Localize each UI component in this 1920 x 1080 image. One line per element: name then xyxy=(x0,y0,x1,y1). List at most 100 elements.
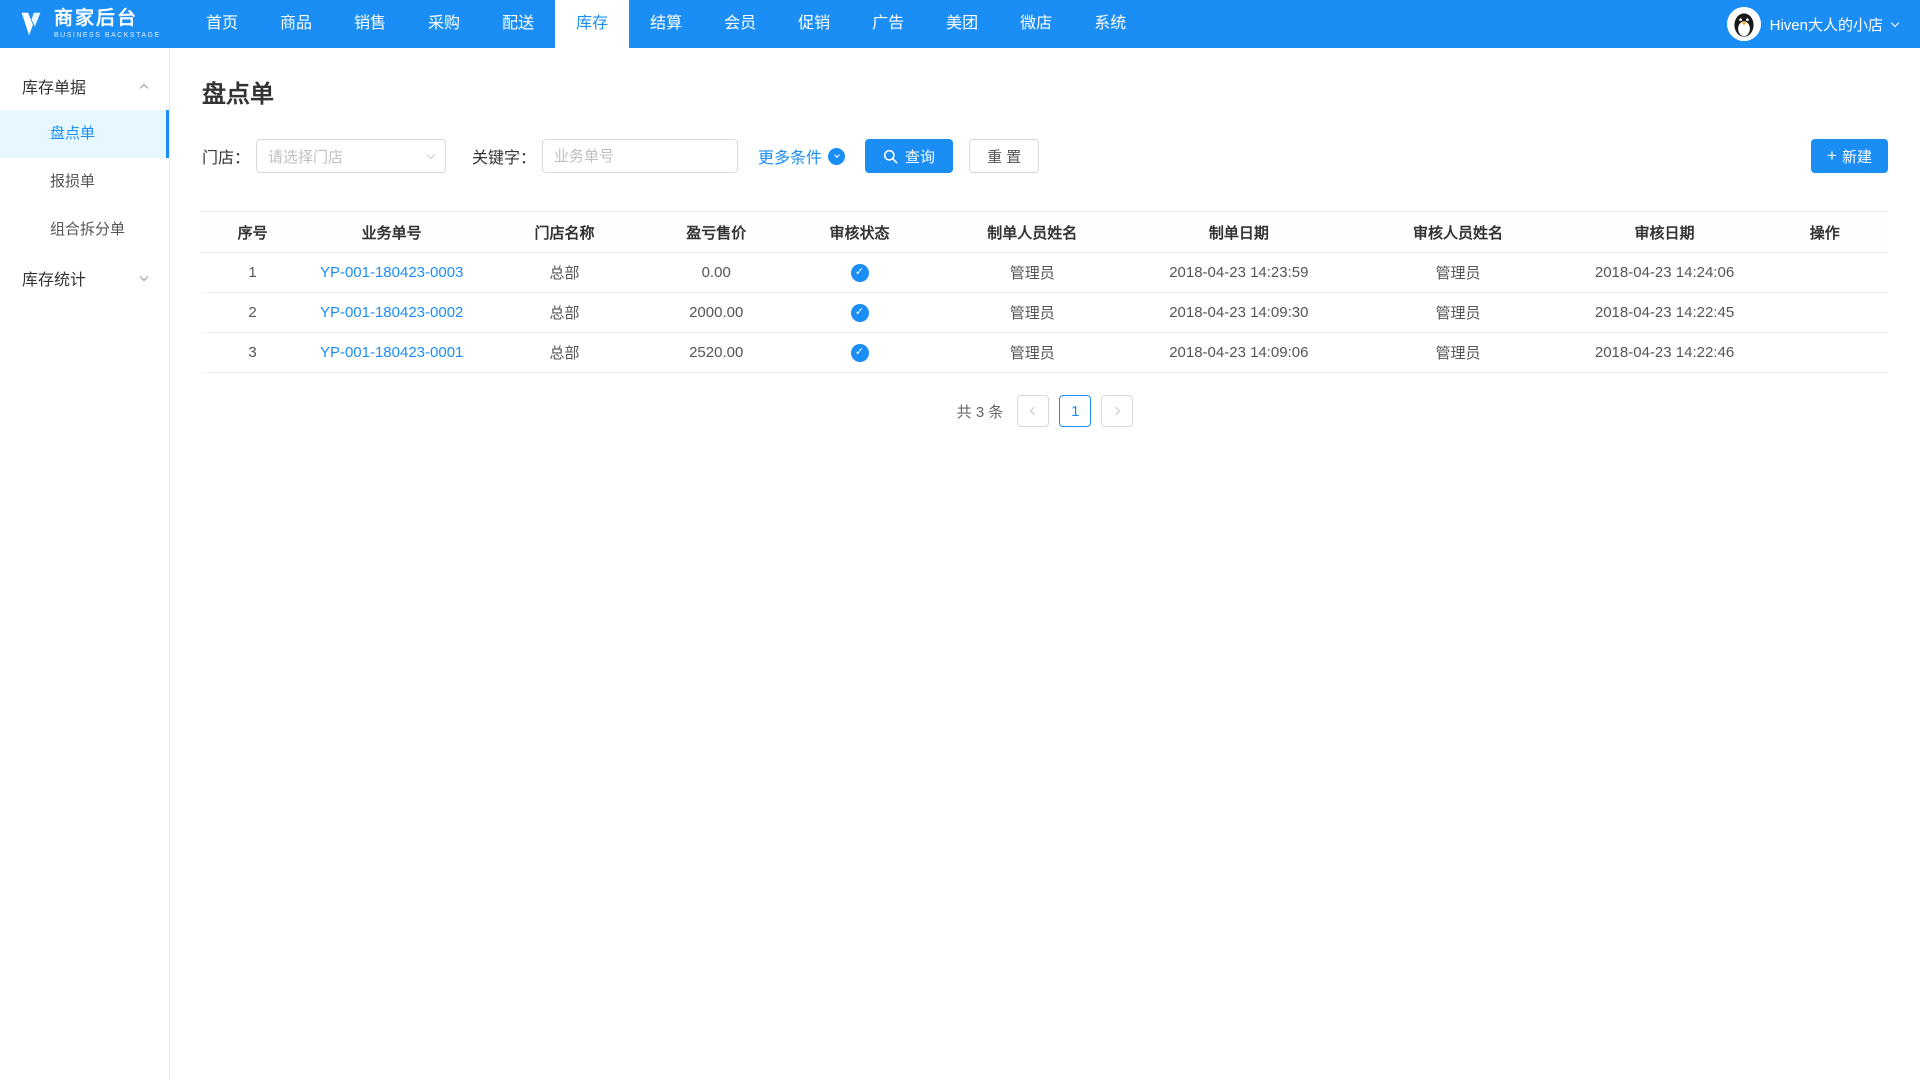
nav-item-sales[interactable]: 销售 xyxy=(333,0,407,48)
store-select[interactable]: 请选择门店 xyxy=(256,139,446,173)
search-button[interactable]: 查询 xyxy=(865,139,953,173)
sidebar-section-inventory-docs[interactable]: 库存单据 xyxy=(0,62,169,110)
plus-icon: + xyxy=(1827,147,1837,164)
nav-item-weidian[interactable]: 微店 xyxy=(999,0,1073,48)
cell-auditor: 管理员 xyxy=(1348,333,1567,373)
nav-item-members[interactable]: 会员 xyxy=(703,0,777,48)
sidebar-item-combo-split[interactable]: 组合拆分单 xyxy=(0,206,169,254)
logo-icon xyxy=(16,9,46,39)
chevron-down-icon xyxy=(1891,18,1899,26)
avatar xyxy=(1727,7,1761,41)
cell-store: 总部 xyxy=(480,293,649,333)
table-header-row: 序号 业务单号 门店名称 盈亏售价 审核状态 制单人员姓名 制单日期 审核人员姓… xyxy=(202,212,1888,253)
col-header-order-no: 业务单号 xyxy=(303,212,480,253)
approved-check-icon: ✓ xyxy=(851,264,869,282)
cell-audit-date: 2018-04-23 14:22:45 xyxy=(1568,293,1762,333)
main-content: 盘点单 门店： 请选择门店 关键字： 更多条件 xyxy=(170,48,1920,1080)
table-row: 3 YP-001-180423-0001 总部 2520.00 ✓ 管理员 20… xyxy=(202,333,1888,373)
nav-item-home[interactable]: 首页 xyxy=(185,0,259,48)
chevron-up-icon xyxy=(140,83,148,91)
stocktake-table: 序号 业务单号 门店名称 盈亏售价 审核状态 制单人员姓名 制单日期 审核人员姓… xyxy=(202,211,1888,373)
search-button-label: 查询 xyxy=(905,146,935,167)
chevron-down-icon xyxy=(140,272,148,280)
order-no-link[interactable]: YP-001-180423-0001 xyxy=(320,344,463,361)
table-row: 1 YP-001-180423-0003 总部 0.00 ✓ 管理员 2018-… xyxy=(202,253,1888,293)
nav-item-settlement[interactable]: 结算 xyxy=(629,0,703,48)
cell-actions xyxy=(1761,253,1888,293)
app-subtitle: BUSINESS BACKSTAGE xyxy=(54,32,161,40)
create-button[interactable]: + 新建 xyxy=(1811,139,1888,173)
col-header-seq: 序号 xyxy=(202,212,303,253)
cell-seq: 2 xyxy=(202,293,303,333)
nav-item-system[interactable]: 系统 xyxy=(1073,0,1147,48)
nav-item-purchase[interactable]: 采购 xyxy=(407,0,481,48)
keyword-label: 关键字： xyxy=(472,144,536,168)
chevron-left-icon xyxy=(1030,407,1038,415)
nav-item-goods[interactable]: 商品 xyxy=(259,0,333,48)
col-header-price: 盈亏售价 xyxy=(649,212,784,253)
more-conditions-label: 更多条件 xyxy=(758,144,822,168)
app-title: 商家后台 xyxy=(54,9,161,30)
sidebar-item-damage-report[interactable]: 报损单 xyxy=(0,158,169,206)
col-header-audit-date: 审核日期 xyxy=(1568,212,1762,253)
cell-seq: 1 xyxy=(202,253,303,293)
approved-check-icon: ✓ xyxy=(851,344,869,362)
table-row: 2 YP-001-180423-0002 总部 2000.00 ✓ 管理员 20… xyxy=(202,293,1888,333)
cell-price: 0.00 xyxy=(649,253,784,293)
cell-audit-date: 2018-04-23 14:24:06 xyxy=(1568,253,1762,293)
prev-page-button[interactable] xyxy=(1017,395,1049,427)
cell-created-date: 2018-04-23 14:23:59 xyxy=(1129,253,1348,293)
logo: 商家后台 BUSINESS BACKSTAGE xyxy=(0,9,185,40)
sidebar-item-stocktake[interactable]: 盘点单 xyxy=(0,110,169,158)
col-header-created-date: 制单日期 xyxy=(1129,212,1348,253)
next-page-button[interactable] xyxy=(1101,395,1133,427)
cell-created-date: 2018-04-23 14:09:06 xyxy=(1129,333,1348,373)
sidebar-section-inventory-stats[interactable]: 库存统计 xyxy=(0,254,169,302)
nav-item-meituan[interactable]: 美团 xyxy=(925,0,999,48)
cell-creator: 管理员 xyxy=(935,253,1129,293)
cell-seq: 3 xyxy=(202,333,303,373)
reset-button[interactable]: 重 置 xyxy=(969,139,1039,173)
page-number-button[interactable]: 1 xyxy=(1059,395,1091,427)
keyword-input[interactable] xyxy=(542,139,738,173)
user-name: Hiven大人的小店 xyxy=(1770,14,1883,35)
search-icon xyxy=(883,149,898,164)
user-menu[interactable]: Hiven大人的小店 xyxy=(1727,7,1920,41)
cell-auditor: 管理员 xyxy=(1348,293,1567,333)
topbar: 商家后台 BUSINESS BACKSTAGE 首页 商品 销售 采购 配送 库… xyxy=(0,0,1920,48)
filter-bar: 门店： 请选择门店 关键字： 更多条件 xyxy=(202,139,1888,173)
col-header-store: 门店名称 xyxy=(480,212,649,253)
page-title: 盘点单 xyxy=(202,74,1888,109)
top-navigation: 首页 商品 销售 采购 配送 库存 结算 会员 促销 广告 美团 微店 系统 xyxy=(185,0,1147,48)
nav-item-inventory[interactable]: 库存 xyxy=(555,0,629,48)
chevron-right-icon xyxy=(1112,407,1120,415)
cell-store: 总部 xyxy=(480,333,649,373)
create-button-label: 新建 xyxy=(1842,146,1872,167)
section-label: 库存统计 xyxy=(22,266,86,290)
more-conditions-link[interactable]: 更多条件 xyxy=(758,144,845,168)
keyword-filter-group: 关键字： xyxy=(472,139,738,173)
cell-created-date: 2018-04-23 14:09:30 xyxy=(1129,293,1348,333)
order-no-link[interactable]: YP-001-180423-0003 xyxy=(320,264,463,281)
cell-actions xyxy=(1761,293,1888,333)
cell-creator: 管理员 xyxy=(935,293,1129,333)
nav-item-ads[interactable]: 广告 xyxy=(851,0,925,48)
store-filter-group: 门店： 请选择门店 xyxy=(202,139,446,173)
cell-store: 总部 xyxy=(480,253,649,293)
cell-actions xyxy=(1761,333,1888,373)
nav-item-promotion[interactable]: 促销 xyxy=(777,0,851,48)
total-count-label: 共 3 条 xyxy=(957,401,1004,422)
nav-item-delivery[interactable]: 配送 xyxy=(481,0,555,48)
section-label: 库存单据 xyxy=(22,74,86,98)
order-no-link[interactable]: YP-001-180423-0002 xyxy=(320,304,463,321)
chevron-down-icon xyxy=(427,150,435,158)
approved-check-icon: ✓ xyxy=(851,304,869,322)
sidebar: 库存单据 盘点单 报损单 组合拆分单 库存统计 xyxy=(0,48,170,1080)
store-label: 门店： xyxy=(202,144,250,168)
col-header-actions: 操作 xyxy=(1761,212,1888,253)
col-header-creator: 制单人员姓名 xyxy=(935,212,1129,253)
expand-circle-icon xyxy=(828,148,845,165)
col-header-auditor: 审核人员姓名 xyxy=(1348,212,1567,253)
store-select-placeholder: 请选择门店 xyxy=(268,146,343,167)
cell-audit-date: 2018-04-23 14:22:46 xyxy=(1568,333,1762,373)
